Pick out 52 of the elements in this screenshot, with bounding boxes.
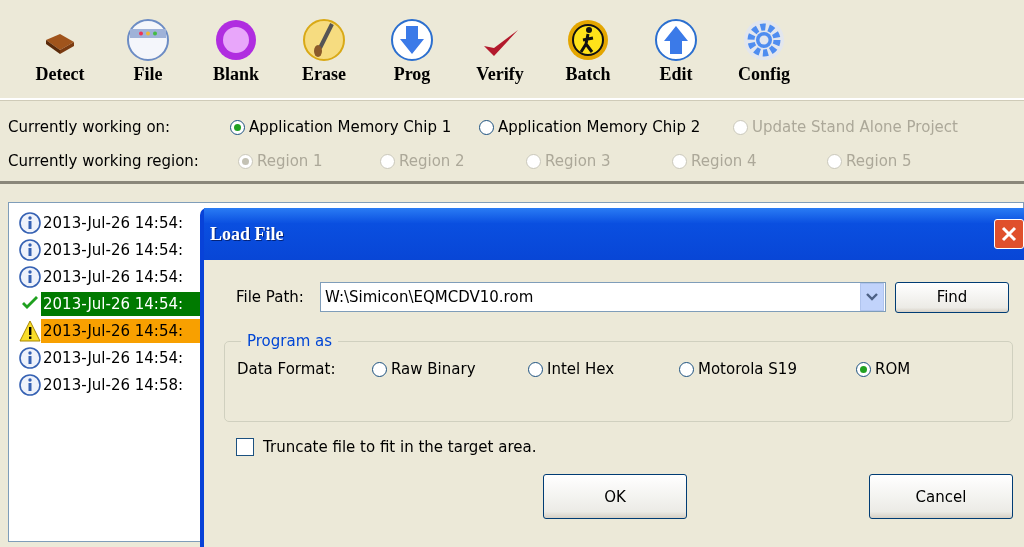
- radio-button[interactable]: [372, 361, 387, 377]
- log-entry: 2013-Jul-26 14:58:: [42, 374, 185, 396]
- info-icon: [19, 346, 41, 369]
- gear-icon: [742, 18, 786, 62]
- radio-option[interactable]: Application Memory Chip 2: [479, 118, 733, 136]
- radio-button[interactable]: [856, 361, 871, 377]
- info-icon: [19, 211, 41, 234]
- toolbar-button[interactable]: Batch: [544, 18, 632, 98]
- radio-option[interactable]: Intel Hex: [528, 360, 679, 378]
- dialog-button[interactable]: Cancel: [869, 474, 1013, 519]
- toolbar-button[interactable]: File: [104, 18, 192, 98]
- file-path-combo[interactable]: W:\Simicon\EQMCDV10.rom: [320, 282, 886, 312]
- field-label: Currently working region:: [8, 152, 200, 170]
- log-entry: 2013-Jul-26 14:54:: [42, 266, 185, 288]
- dialog-button[interactable]: OK: [543, 474, 687, 519]
- toolbar-button[interactable]: Config: [720, 18, 808, 98]
- toolbar-button[interactable]: Edit: [632, 18, 720, 98]
- field-label: File Path:: [236, 288, 305, 306]
- log-entry: 2013-Jul-26 14:54:: [42, 212, 185, 234]
- close-icon: [1001, 226, 1017, 242]
- radio-option[interactable]: ROM: [856, 360, 936, 378]
- info-icon: [19, 373, 41, 396]
- toolbar-button[interactable]: Detect: [16, 18, 104, 98]
- warning-icon: [19, 319, 41, 342]
- disc-icon: [214, 18, 258, 62]
- group-title: Program as: [246, 332, 334, 350]
- toolbar-button[interactable]: Prog: [368, 18, 456, 98]
- field-label: Currently working on:: [8, 118, 172, 136]
- radio-option[interactable]: Application Memory Chip 1: [230, 118, 479, 136]
- log-entry: 2013-Jul-26 14:54:: [42, 239, 185, 261]
- radio-option[interactable]: Raw Binary: [372, 360, 528, 378]
- checkbox-label: Truncate file to fit in the target area.: [263, 438, 537, 456]
- radio-button[interactable]: [479, 119, 494, 135]
- radio-option[interactable]: Motorola S19: [679, 360, 856, 378]
- chevron-down-icon: [866, 293, 878, 301]
- toolbar-button[interactable]: Verify: [456, 18, 544, 98]
- dialog-title: Load File: [210, 223, 284, 245]
- info-icon: [19, 265, 41, 288]
- walker-icon: [566, 18, 610, 62]
- info-icon: [19, 238, 41, 261]
- log-entry: 2013-Jul-26 14:54:: [42, 347, 185, 369]
- radio-button[interactable]: [679, 361, 694, 377]
- checkbox[interactable]: [236, 438, 254, 456]
- close-button[interactable]: [994, 219, 1024, 249]
- window-icon: [126, 18, 170, 62]
- toolbar-button[interactable]: Erase: [280, 18, 368, 98]
- field-label: Data Format:: [237, 360, 337, 378]
- toolbar-button[interactable]: Blank: [192, 18, 280, 98]
- brush-icon: [302, 18, 346, 62]
- radio-button[interactable]: [528, 361, 543, 377]
- find-button[interactable]: Find: [895, 281, 1009, 313]
- radio-button[interactable]: [230, 119, 245, 135]
